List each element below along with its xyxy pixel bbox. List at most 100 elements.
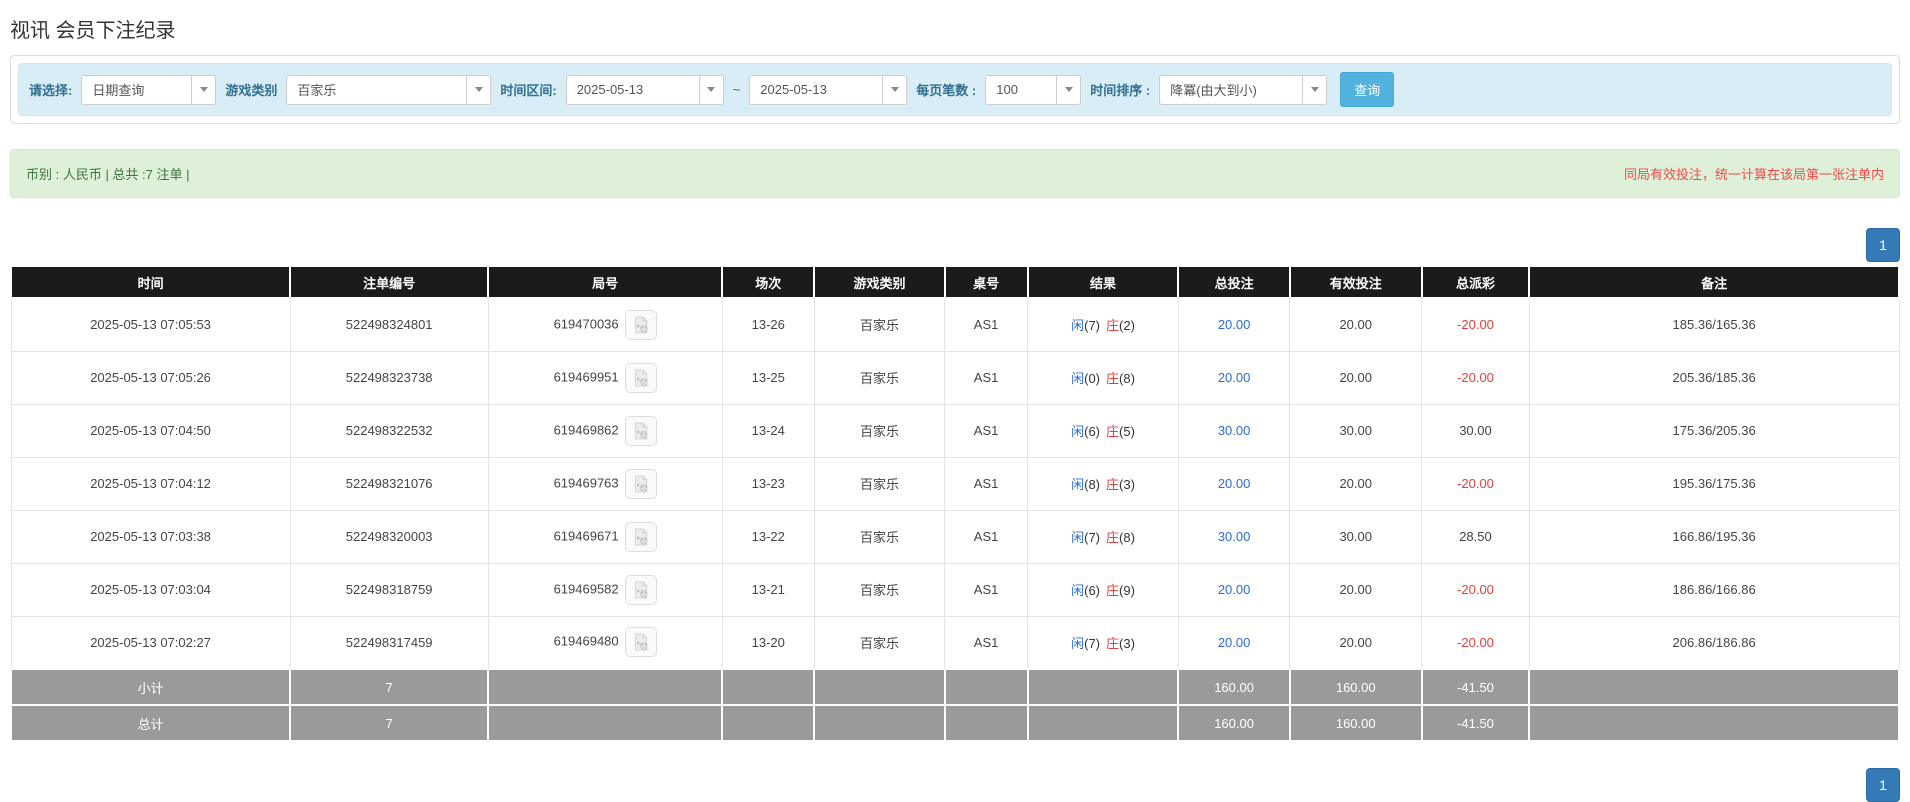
cell-valid-bet: 20.00 [1290, 563, 1422, 616]
result-player-score: (6) [1084, 424, 1100, 439]
video-replay-button[interactable] [625, 363, 657, 393]
total-empty-cell [814, 705, 944, 741]
time-sort-value: 降冪(由大到小) [1160, 80, 1267, 99]
column-header-10: 总派彩 [1422, 266, 1530, 298]
subtotal-payout: -41.50 [1422, 669, 1530, 705]
total-empty-cell [1529, 705, 1899, 741]
subtotal-empty-cell [814, 669, 944, 705]
date-range-label: 时间区间: [500, 80, 556, 99]
cell-bet-id: 522498321076 [290, 457, 488, 510]
video-replay-button[interactable] [625, 522, 657, 552]
total-bet-link[interactable]: 20.00 [1218, 582, 1251, 597]
cell-round: 619470036 [488, 298, 722, 351]
time-sort-select[interactable]: 降冪(由大到小) [1159, 75, 1327, 105]
result-banker-score: (3) [1119, 477, 1135, 492]
date-range-separator: ~ [733, 82, 741, 97]
query-type-select[interactable]: 日期查询 [81, 75, 216, 105]
summary-currency-count: 币别 : 人民币 | 总共 :7 注单 | [26, 164, 190, 183]
cell-game-type: 百家乐 [814, 457, 944, 510]
subtotal-valid-bet: 160.00 [1290, 669, 1422, 705]
total-bet-link[interactable]: 20.00 [1218, 317, 1251, 332]
result-player: 闲 [1071, 477, 1084, 492]
cell-session: 13-25 [722, 351, 814, 404]
date-to-select[interactable]: 2025-05-13 [749, 75, 907, 105]
cell-time: 2025-05-13 07:03:04 [11, 563, 290, 616]
total-bet-link[interactable]: 20.00 [1218, 370, 1251, 385]
page-size-select[interactable]: 100 [985, 75, 1081, 105]
column-header-5: 游戏类别 [814, 266, 944, 298]
round-number: 619469763 [554, 475, 619, 490]
page-size-value: 100 [986, 82, 1028, 97]
cell-valid-bet: 20.00 [1290, 351, 1422, 404]
subtotal-empty-cell [945, 669, 1028, 705]
cell-round: 619469951 [488, 351, 722, 404]
result-banker: 庄 [1106, 530, 1119, 545]
chevron-down-icon [191, 76, 215, 104]
cell-table-no: AS1 [945, 510, 1028, 563]
result-player: 闲 [1071, 530, 1084, 545]
result-player-score: (8) [1084, 477, 1100, 492]
round-number: 619469671 [554, 528, 619, 543]
total-bet-link[interactable]: 30.00 [1218, 529, 1251, 544]
filter-bar: 请选择: 日期查询 游戏类别 百家乐 时间区间: 2025-05-13 ~ 20… [18, 63, 1892, 116]
table-row: 2025-05-13 07:02:27522498317459619469480… [11, 616, 1899, 669]
round-number: 619469862 [554, 422, 619, 437]
game-type-select[interactable]: 百家乐 [286, 75, 491, 105]
video-replay-button[interactable] [625, 310, 657, 340]
video-replay-button[interactable] [625, 416, 657, 446]
page-button-1[interactable]: 1 [1866, 228, 1900, 262]
cell-bet-id: 522498318759 [290, 563, 488, 616]
round-number: 619469582 [554, 581, 619, 596]
cell-session: 13-26 [722, 298, 814, 351]
subtotal-empty-cell [722, 669, 814, 705]
total-count: 7 [290, 705, 488, 741]
cell-payout: -20.00 [1422, 351, 1530, 404]
video-replay-button[interactable] [625, 627, 657, 657]
result-banker: 庄 [1106, 424, 1119, 439]
cell-table-no: AS1 [945, 351, 1028, 404]
total-empty-cell [945, 705, 1028, 741]
result-player: 闲 [1071, 424, 1084, 439]
video-replay-button[interactable] [625, 575, 657, 605]
table-row: 2025-05-13 07:05:26522498323738619469951… [11, 351, 1899, 404]
cell-game-type: 百家乐 [814, 351, 944, 404]
total-empty-cell [488, 705, 722, 741]
cell-result: 闲(6)庄(9) [1028, 563, 1179, 616]
pagination-top: 1 [10, 228, 1900, 262]
date-from-select[interactable]: 2025-05-13 [566, 75, 724, 105]
cell-result: 闲(7)庄(8) [1028, 510, 1179, 563]
bet-records-table: 时间注单编号局号场次游戏类别桌号结果总投注有效投注总派彩备注 2025-05-1… [10, 265, 1900, 742]
cell-time: 2025-05-13 07:04:12 [11, 457, 290, 510]
cell-remark: 185.36/165.36 [1529, 298, 1899, 351]
video-replay-button[interactable] [625, 469, 657, 499]
cell-total-bet: 30.00 [1178, 510, 1289, 563]
total-bet-link[interactable]: 20.00 [1218, 635, 1251, 650]
result-banker-score: (8) [1119, 371, 1135, 386]
cell-payout: -20.00 [1422, 457, 1530, 510]
round-number: 619469480 [554, 634, 619, 649]
column-header-7: 结果 [1028, 266, 1179, 298]
cell-remark: 205.36/185.36 [1529, 351, 1899, 404]
cell-game-type: 百家乐 [814, 404, 944, 457]
cell-total-bet: 20.00 [1178, 563, 1289, 616]
result-banker-score: (8) [1119, 530, 1135, 545]
cell-payout: 30.00 [1422, 404, 1530, 457]
pagination-bottom: 1 [10, 768, 1900, 802]
search-button[interactable]: 查询 [1340, 72, 1394, 107]
cell-valid-bet: 20.00 [1290, 457, 1422, 510]
total-bet-link[interactable]: 20.00 [1218, 476, 1251, 491]
round-number: 619469951 [554, 369, 619, 384]
cell-payout: -20.00 [1422, 298, 1530, 351]
cell-time: 2025-05-13 07:03:38 [11, 510, 290, 563]
summary-note: 同局有效投注，统一计算在该局第一张注单内 [1624, 164, 1884, 183]
result-player: 闲 [1071, 636, 1084, 651]
cell-total-bet: 20.00 [1178, 298, 1289, 351]
column-header-4: 场次 [722, 266, 814, 298]
table-header-row: 时间注单编号局号场次游戏类别桌号结果总投注有效投注总派彩备注 [11, 266, 1899, 298]
cell-game-type: 百家乐 [814, 510, 944, 563]
total-label: 总计 [11, 705, 290, 741]
video-file-icon [631, 368, 651, 388]
cell-total-bet: 20.00 [1178, 457, 1289, 510]
page-button-1[interactable]: 1 [1866, 768, 1900, 802]
total-bet-link[interactable]: 30.00 [1218, 423, 1251, 438]
